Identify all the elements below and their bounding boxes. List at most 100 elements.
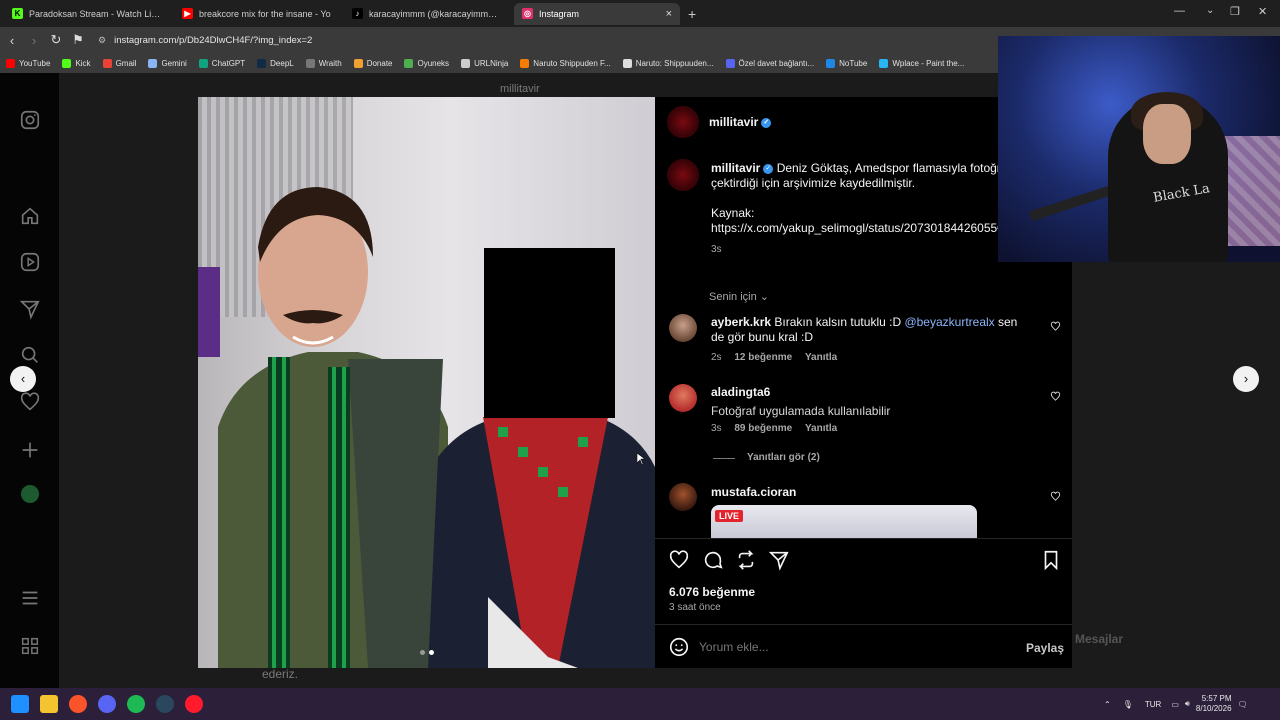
post-image[interactable]: [198, 97, 655, 668]
comment-likes[interactable]: 12 beğenme: [734, 352, 792, 363]
opera-taskbar-icon[interactable]: [185, 695, 203, 713]
bookmark-page-icon[interactable]: ⚑: [68, 32, 88, 48]
network-icon[interactable]: ▭: [1171, 700, 1179, 709]
repost-icon[interactable]: [735, 549, 757, 571]
mouse-cursor-icon: [637, 453, 645, 465]
spotify-taskbar-icon[interactable]: [127, 695, 145, 713]
home-icon[interactable]: [19, 205, 41, 227]
save-bookmark-icon[interactable]: [1040, 549, 1062, 571]
bookmark-item[interactable]: Gmail: [102, 58, 136, 68]
tab-kick-stream[interactable]: K Paradoksan Stream - Watch Live on K: [4, 3, 170, 25]
comment-likes[interactable]: 89 beğenme: [734, 423, 792, 434]
reels-icon[interactable]: [19, 251, 41, 273]
reload-icon[interactable]: ↻: [46, 32, 66, 48]
back-icon[interactable]: ‹: [2, 33, 22, 48]
clock[interactable]: 5:57 PM 8/10/2026: [1196, 694, 1232, 714]
author-avatar[interactable]: [667, 106, 699, 138]
comment-username[interactable]: mustafa.cioran: [711, 485, 796, 499]
close-tab-icon[interactable]: ×: [666, 8, 672, 20]
direct-messages-icon[interactable]: [19, 298, 41, 320]
bookmark-item[interactable]: Donate: [353, 58, 392, 68]
steam-taskbar-icon[interactable]: [156, 695, 174, 713]
discord-taskbar-icon[interactable]: [98, 695, 116, 713]
reply-button[interactable]: Yanıtla: [805, 352, 837, 363]
comment-image-preview[interactable]: LIVE: [711, 505, 977, 538]
add-comment-input[interactable]: [699, 638, 999, 656]
view-replies-button[interactable]: Yanıtları gör (2): [747, 452, 820, 463]
filter-label: Senin için: [709, 291, 757, 303]
microphone-icon[interactable]: 🎙︎: [1123, 700, 1133, 709]
tab-instagram[interactable]: ◎ Instagram ×: [514, 2, 680, 25]
comment-username[interactable]: aladingta6: [711, 385, 770, 399]
bookmark-item[interactable]: Oyuneks: [404, 58, 449, 68]
bookmark-item[interactable]: Wraith: [305, 58, 342, 68]
bookmark-item[interactable]: DeepL: [257, 58, 294, 68]
replies-line: [713, 458, 735, 459]
forward-icon[interactable]: ›: [24, 33, 44, 48]
commenter-avatar[interactable]: [669, 483, 697, 511]
bookmark-item[interactable]: Naruto: Shippuuden...: [622, 58, 714, 68]
comment-text: ayberk.krk Bırakın kalsın tutuklu :D @be…: [711, 315, 1031, 345]
bookmark-item[interactable]: Kick: [62, 58, 91, 68]
new-tab-icon[interactable]: +: [688, 6, 696, 22]
bookmark-item[interactable]: ChatGPT: [198, 58, 245, 68]
caption-avatar[interactable]: [667, 159, 699, 191]
comment-mention-link[interactable]: @beyazkurtrealx: [904, 315, 994, 329]
language-indicator[interactable]: TUR: [1145, 700, 1161, 709]
like-comment-heart-icon[interactable]: [1050, 391, 1061, 402]
search-icon[interactable]: [19, 344, 41, 366]
like-comment-heart-icon[interactable]: [1050, 491, 1061, 502]
reply-button[interactable]: Yanıtla: [805, 423, 837, 434]
bookmark-favicon-icon: [62, 58, 72, 68]
comment-filter-dropdown[interactable]: Senin için ⌄: [709, 290, 769, 303]
commenter-avatar[interactable]: [669, 384, 697, 412]
volume-icon[interactable]: 🔊︎: [1185, 699, 1190, 709]
url-field[interactable]: ⚙ instagram.com/p/Db24DlwCH4F/?img_index…: [98, 35, 312, 46]
comment-bubble-icon[interactable]: [702, 549, 724, 571]
bookmark-item[interactable]: Wplace - Paint the...: [879, 58, 964, 68]
tray-expand-icon[interactable]: ⌃: [1104, 700, 1111, 709]
windows-taskbar: ⌃ 🎙︎ TUR ▭ 🔊︎ 5:57 PM 8/10/2026 🗨︎: [0, 688, 1280, 720]
post-comment-button[interactable]: Paylaş: [1026, 641, 1064, 655]
comment-time: 3s: [711, 423, 722, 434]
notifications-heart-icon[interactable]: [19, 391, 41, 413]
post-author-name[interactable]: millitavir ✓: [709, 115, 772, 129]
bookmark-item[interactable]: Özel davet bağlantı...: [725, 58, 814, 68]
minimize-icon[interactable]: —: [1174, 5, 1185, 17]
bookmark-item[interactable]: NoTube: [826, 58, 867, 68]
dropdown-icon[interactable]: ⌄: [1206, 5, 1214, 16]
bookmark-item[interactable]: YouTube: [6, 58, 50, 68]
windows-taskbar-icon[interactable]: [11, 695, 29, 713]
messages-label[interactable]: Mesajlar: [1075, 632, 1123, 646]
tab-youtube[interactable]: ▶ breakcore mix for the insane - Yo: [174, 3, 340, 25]
explorer-taskbar-icon[interactable]: [40, 695, 58, 713]
close-window-icon[interactable]: ✕: [1258, 5, 1267, 18]
previous-post-arrow-icon[interactable]: ‹: [10, 366, 36, 392]
bookmark-favicon-icon: [305, 58, 315, 68]
comment-username[interactable]: ayberk.krk: [711, 315, 771, 329]
more-menu-icon[interactable]: [19, 587, 41, 609]
caption-username[interactable]: millitavir: [711, 161, 760, 175]
maximize-icon[interactable]: ❐: [1230, 5, 1240, 18]
comment-text: aladingta6: [711, 385, 1031, 400]
like-heart-icon[interactable]: [668, 549, 690, 571]
bookmark-favicon-icon: [102, 58, 112, 68]
like-comment-heart-icon[interactable]: [1050, 321, 1061, 332]
instagram-logo-icon[interactable]: [19, 109, 41, 131]
notifications-icon[interactable]: 🗨︎: [1238, 700, 1248, 709]
share-send-icon[interactable]: [768, 549, 790, 571]
apps-grid-icon[interactable]: [19, 635, 41, 657]
bookmark-item[interactable]: Gemini: [148, 58, 187, 68]
next-post-arrow-icon[interactable]: ›: [1233, 366, 1259, 392]
profile-avatar[interactable]: [21, 485, 39, 503]
bookmark-item[interactable]: Naruto Shippuden F...: [520, 58, 611, 68]
caption-source-url[interactable]: https://x.com/yakup_selimogl/status/2073…: [711, 221, 1027, 235]
tab-tiktok[interactable]: ♪ karacayimmm (@karacayimmm) adl: [344, 3, 510, 25]
bookmark-item[interactable]: URLNinja: [461, 58, 508, 68]
emoji-icon[interactable]: [668, 636, 690, 658]
site-settings-icon[interactable]: ⚙: [98, 35, 106, 46]
like-count[interactable]: 6.076 beğenme: [669, 585, 755, 599]
commenter-avatar[interactable]: [669, 314, 697, 342]
brave-taskbar-icon[interactable]: [69, 695, 87, 713]
create-plus-icon[interactable]: [19, 439, 41, 461]
